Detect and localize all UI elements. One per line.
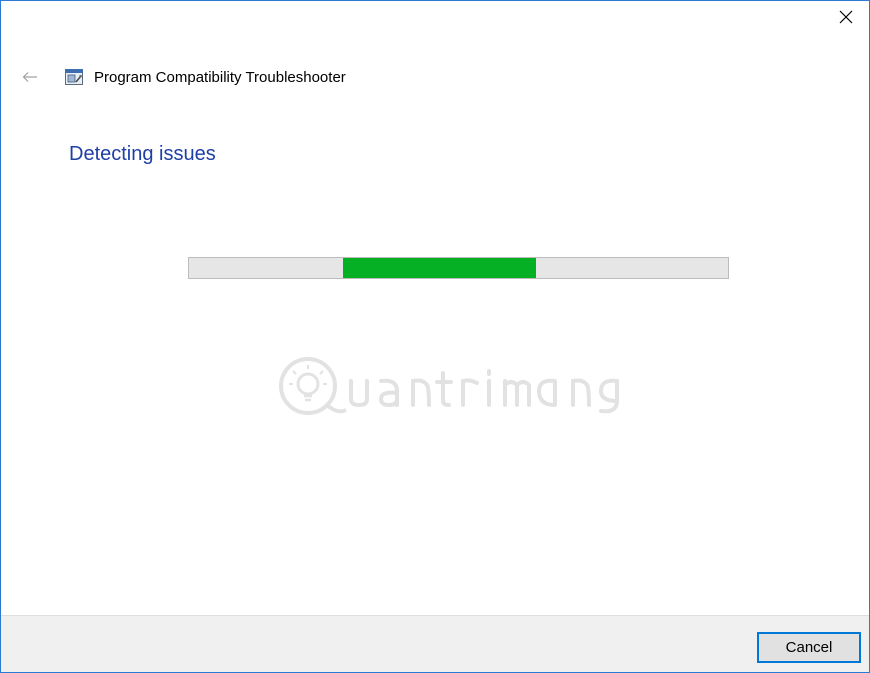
header: Program Compatibility Troubleshooter <box>21 65 346 89</box>
cancel-button[interactable]: Cancel <box>757 632 861 663</box>
progress-bar <box>188 257 729 279</box>
page-heading: Detecting issues <box>69 143 216 165</box>
back-arrow-icon <box>22 72 37 82</box>
footer: Cancel <box>1 615 869 672</box>
close-button[interactable] <box>823 1 869 33</box>
troubleshooter-icon <box>65 69 83 85</box>
progress-bar-fill <box>342 258 536 278</box>
back-button[interactable] <box>21 68 39 86</box>
troubleshooter-window: Program Compatibility Troubleshooter Det… <box>0 0 870 673</box>
window-title: Program Compatibility Troubleshooter <box>94 68 346 86</box>
title-bar <box>1 1 869 49</box>
watermark-logo <box>279 357 619 415</box>
close-icon <box>839 10 853 24</box>
